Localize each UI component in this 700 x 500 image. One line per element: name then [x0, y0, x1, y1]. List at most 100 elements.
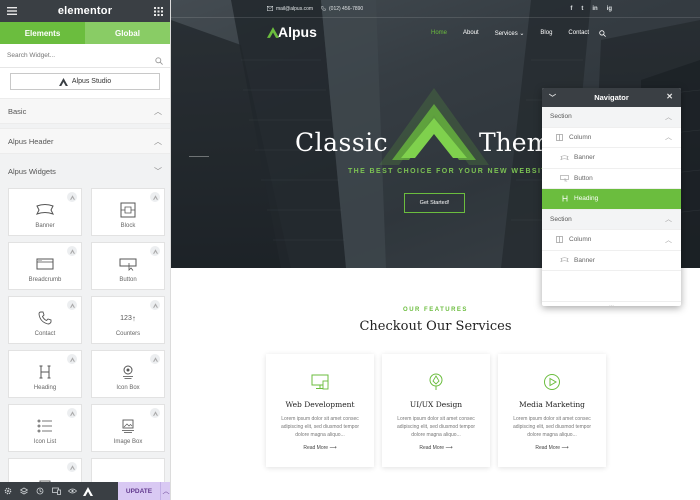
chevron-down-icon: ﹀	[154, 166, 162, 176]
icon-box-icon	[117, 364, 139, 380]
navigator-item-banner[interactable]: Banner	[542, 251, 681, 271]
topbar-email[interactable]: mail@alpus.com	[267, 6, 313, 12]
alpus-badge-icon	[150, 300, 160, 310]
category-alpus-header[interactable]: Alpus Header ︿	[0, 128, 170, 154]
topbar-phone[interactable]: (012) 456-7890	[321, 6, 363, 12]
service-text: Lorem ipsum dolor sit amet consec adipis…	[396, 416, 476, 438]
email-text: mail@alpus.com	[276, 5, 314, 12]
chevron-up-icon[interactable]: ︿	[665, 112, 672, 122]
navigator-item-button[interactable]: Button	[542, 169, 681, 189]
banner-icon	[560, 257, 569, 264]
heading-icon	[34, 364, 56, 380]
navigator-item-section[interactable]: Section ︿	[542, 209, 681, 230]
settings-gear-icon[interactable]	[0, 482, 16, 500]
widget-label: Icon List	[33, 439, 57, 445]
icon-list-icon	[34, 418, 56, 434]
service-title: Web Development	[285, 400, 355, 409]
read-more-link[interactable]: Read More ⟶	[419, 445, 452, 451]
widget-banner[interactable]: Banner	[8, 188, 82, 236]
menu-item-services[interactable]: Services ⌄	[495, 30, 525, 37]
alpus-badge-icon	[150, 192, 160, 202]
chevron-up-icon[interactable]: ︿	[665, 214, 672, 224]
chevron-up-icon[interactable]: ︿	[665, 235, 672, 245]
features-kicker: OUR FEATURES	[403, 307, 468, 313]
service-card: Media Marketing Lorem ipsum dolor sit am…	[498, 354, 606, 467]
navigator-item-section[interactable]: Section ︿	[542, 107, 681, 128]
search-icon[interactable]	[599, 30, 606, 37]
navigator-header[interactable]: ﹀ Navigator ✕	[542, 88, 681, 107]
widget-grid: Banner Block Breadcrumb Button Contact 1…	[0, 184, 170, 500]
menu-item-blog[interactable]: Blog	[540, 30, 552, 37]
counters-icon: 123 ↑	[120, 313, 136, 323]
widget-breadcrumb[interactable]: Breadcrumb	[8, 242, 82, 290]
site-topbar: mail@alpus.com (012) 456-7890 f t in ig	[171, 0, 700, 18]
linkedin-icon[interactable]: in	[592, 6, 597, 12]
widget-button[interactable]: Button	[91, 242, 165, 290]
menu-item-about[interactable]: About	[463, 30, 479, 37]
widget-label: Breadcrumb	[28, 277, 62, 283]
layers-icon[interactable]	[16, 482, 32, 500]
read-more-link[interactable]: Read More ⟶	[303, 445, 336, 451]
get-started-button[interactable]: Get Started!	[404, 193, 465, 213]
category-label: Basic	[8, 106, 27, 116]
navigator-item-banner[interactable]: Banner	[542, 148, 681, 169]
widget-counters[interactable]: 123 ↑ Counters	[91, 296, 165, 344]
category-basic[interactable]: Basic ︿	[0, 98, 170, 124]
widget-contact[interactable]: Contact	[8, 296, 82, 344]
widget-heading[interactable]: Heading	[8, 350, 82, 398]
category-alpus-widgets[interactable]: Alpus Widgets ﹀	[0, 158, 170, 184]
widget-search-input[interactable]	[7, 52, 155, 59]
alpus-logo-icon[interactable]	[80, 482, 96, 500]
read-more-link[interactable]: Read More ⟶	[535, 445, 568, 451]
service-card: Web Development Lorem ipsum dolor sit am…	[266, 354, 374, 467]
alpus-badge-icon	[67, 192, 77, 202]
preview-eye-icon[interactable]	[64, 482, 80, 500]
chevron-up-icon[interactable]: ︿	[665, 132, 672, 142]
hero-title-right: Them	[479, 128, 551, 157]
elementor-sidebar: elementor Elements Global Alpus Studio B…	[0, 0, 171, 500]
widget-label: Counters	[115, 331, 141, 337]
phone-text: (012) 456-7890	[329, 5, 364, 12]
chevron-up-icon[interactable]: ︿	[160, 482, 170, 500]
sidebar-footer: UPDATE ︿	[0, 482, 170, 500]
alpus-badge-icon	[67, 354, 77, 364]
service-card: UI/UX Design Lorem ipsum dolor sit amet …	[382, 354, 490, 467]
close-icon[interactable]: ✕	[666, 92, 673, 101]
slider-prev-arrow[interactable]	[189, 156, 209, 157]
service-text: Lorem ipsum dolor sit amet consec adipis…	[512, 416, 592, 438]
tab-elements[interactable]: Elements	[0, 22, 85, 44]
navigator-title: Navigator	[594, 93, 629, 102]
monitor-icon	[311, 374, 329, 390]
widget-image-box[interactable]: Image Box	[91, 404, 165, 452]
widget-label: Block	[120, 223, 136, 229]
responsive-mode-icon[interactable]	[48, 482, 64, 500]
column-icon	[555, 236, 564, 244]
pen-tool-icon	[429, 373, 443, 390]
navigator-item-column[interactable]: Column ︿	[542, 230, 681, 251]
alpus-badge-icon	[67, 300, 77, 310]
navigator-item-column[interactable]: Column ︿	[542, 128, 681, 148]
menu-item-home[interactable]: Home	[431, 30, 447, 37]
elementor-brand: elementor	[57, 5, 113, 17]
widget-block[interactable]: Block	[91, 188, 165, 236]
facebook-icon[interactable]: f	[570, 6, 572, 12]
navigator-item-heading-selected[interactable]: Heading	[542, 189, 681, 210]
twitter-icon[interactable]: t	[581, 6, 583, 12]
apps-grid-icon[interactable]	[153, 6, 163, 16]
update-button[interactable]: UPDATE	[118, 482, 160, 500]
instagram-icon[interactable]: ig	[607, 6, 612, 12]
alpus-studio-button[interactable]: Alpus Studio	[10, 73, 160, 90]
widget-label: Button	[119, 277, 137, 283]
hero-subtitle: THE BEST CHOICE FOR YOUR NEW WEBSITE	[348, 168, 554, 175]
menu-item-contact[interactable]: Contact	[568, 30, 589, 37]
site-logo[interactable]: Alpus	[267, 24, 317, 40]
navigator-resize-handle[interactable]: …	[542, 301, 681, 306]
tab-global[interactable]: Global	[85, 22, 170, 44]
alpus-studio-label: Alpus Studio	[71, 78, 112, 85]
hamburger-menu-icon[interactable]	[7, 6, 17, 16]
widget-icon-box[interactable]: Icon Box	[91, 350, 165, 398]
search-icon[interactable]	[155, 52, 163, 65]
widget-icon-list[interactable]: Icon List	[8, 404, 82, 452]
history-icon[interactable]	[32, 482, 48, 500]
chevron-down-icon[interactable]: ﹀	[549, 93, 556, 103]
